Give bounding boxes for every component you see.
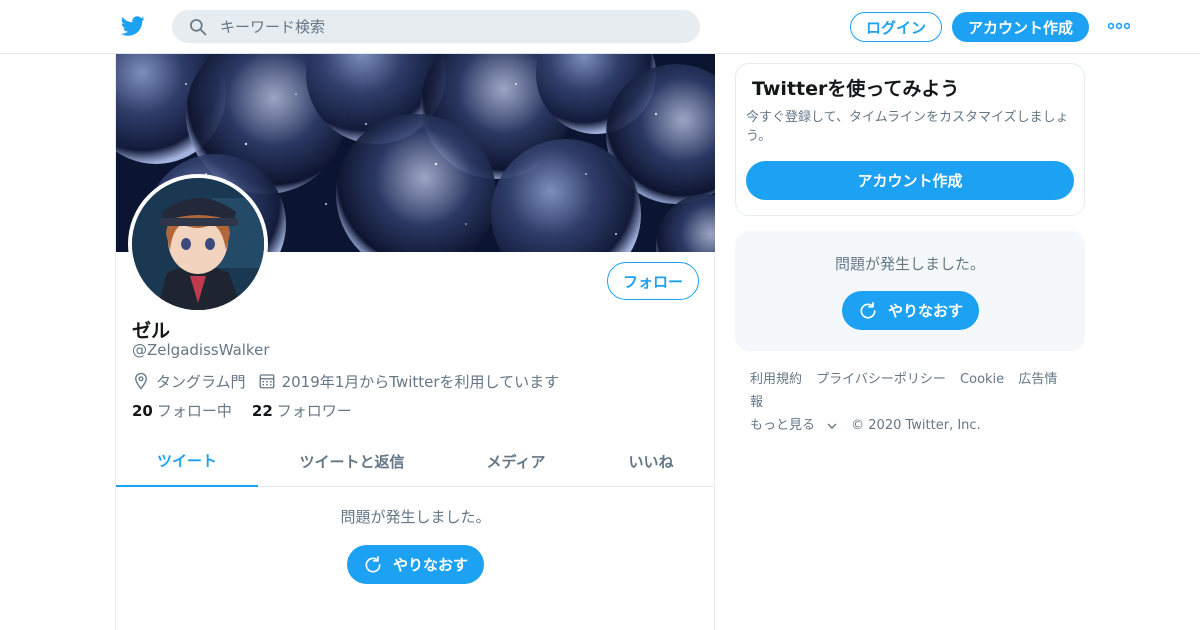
sidebar-retry-button[interactable]: やりなおす (842, 291, 979, 330)
user-handle: @ZelgadissWalker (132, 341, 270, 359)
signup-card-title: Twitterを使ってみよう (752, 78, 960, 100)
footer-more-label: もっと見る (750, 418, 816, 433)
search-box[interactable] (172, 10, 700, 43)
signup-card-button[interactable]: アカウント作成 (746, 161, 1074, 200)
tab-tweets-and-replies[interactable]: ツイートと返信 (276, 436, 428, 487)
signup-card: Twitterを使ってみよう 今すぐ登録して、タイムラインをカスタマイズしましょ… (735, 63, 1085, 216)
login-button[interactable]: ログイン (850, 12, 942, 42)
footer-link-privacy[interactable]: プライバシーポリシー (816, 372, 946, 387)
search-input[interactable] (220, 10, 680, 43)
following-count: 20 (132, 402, 153, 420)
tab-likes[interactable]: いいね (596, 436, 706, 487)
footer-link-terms[interactable]: 利用規約 (750, 372, 802, 387)
chevron-down-icon (827, 423, 837, 429)
top-navigation: ログイン アカウント作成 (0, 0, 1200, 54)
more-icon[interactable] (1108, 21, 1130, 31)
followers-label: フォロワー (276, 402, 352, 420)
footer-link-cookie[interactable]: Cookie (960, 372, 1004, 387)
profile-stats: 20 フォロー中 22 フォロワー (132, 400, 372, 421)
profile-tabs: ツイート ツイートと返信 メディア いいね (116, 436, 715, 487)
following-link[interactable]: 20 フォロー中 (132, 400, 232, 421)
calendar-icon (259, 374, 274, 389)
timeline-error-message: 問題が発生しました。 (340, 508, 491, 526)
timeline-retry-label: やりなおす (392, 556, 468, 574)
followers-link[interactable]: 22 フォロワー (252, 400, 352, 421)
display-name: ゼル (132, 320, 171, 342)
refresh-icon (860, 301, 876, 319)
footer-copyright: © 2020 Twitter, Inc. (851, 418, 981, 433)
signup-card-description: 今すぐ登録して、タイムラインをカスタマイズしましょう。 (746, 110, 1069, 144)
location-icon (135, 372, 147, 390)
following-label: フォロー中 (156, 402, 232, 420)
search-icon (190, 19, 207, 36)
sidebar-error-card: 問題が発生しました。 やりなおす (735, 231, 1085, 351)
footer: 利用規約 プライバシーポリシー Cookie 広告情報 もっと見る © 2020… (750, 368, 1080, 437)
profile-column: フォロー ゼル @ZelgadissWalker タングラム門 2019年1月か… (115, 54, 715, 630)
signup-button[interactable]: アカウント作成 (952, 12, 1089, 42)
twitter-bird-icon[interactable] (120, 14, 146, 38)
sidebar-retry-label: やりなおす (887, 302, 963, 320)
tab-media[interactable]: メディア (456, 436, 576, 487)
profile-join-date: 2019年1月からTwitterを利用しています (281, 372, 560, 391)
sidebar-error-message: 問題が発生しました。 (834, 255, 985, 273)
profile-avatar[interactable] (128, 174, 268, 314)
followers-count: 22 (251, 402, 273, 420)
timeline-retry-button[interactable]: やりなおす (347, 545, 484, 584)
footer-more-link[interactable]: もっと見る (750, 418, 837, 433)
profile-meta: タングラム門 2019年1月からTwitterを利用しています (132, 370, 559, 392)
follow-button[interactable]: フォロー (607, 262, 699, 300)
refresh-icon (365, 555, 381, 573)
profile-location: タングラム門 (156, 372, 246, 391)
tab-tweets[interactable]: ツイート (116, 436, 258, 487)
